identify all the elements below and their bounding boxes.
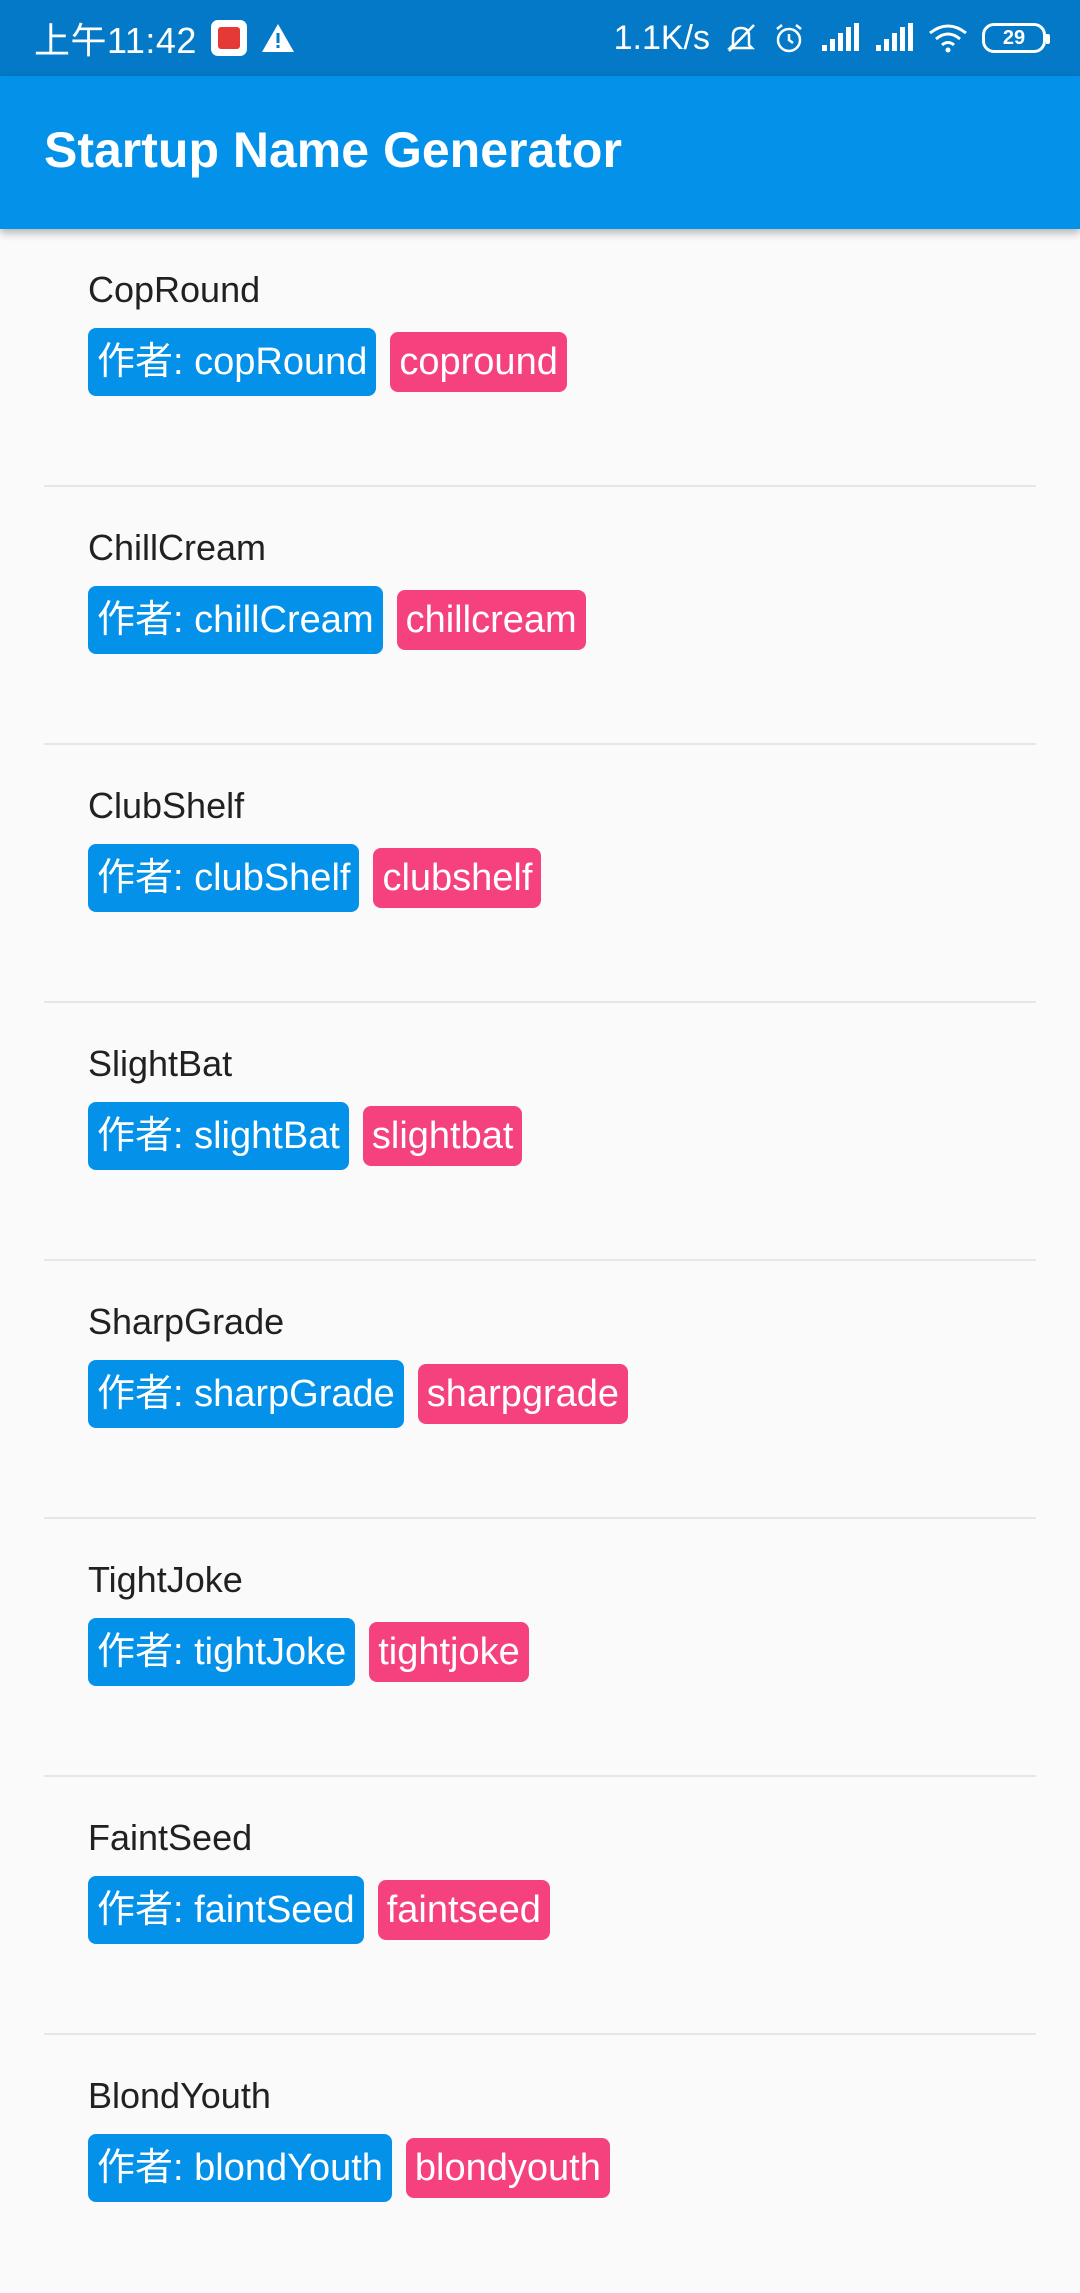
tag-row: 作者: faintSeed faintseed	[88, 1876, 550, 1944]
author-tag: 作者: slightBat	[88, 1102, 349, 1170]
list-item[interactable]: CopRound 作者: copRound copround	[0, 229, 1080, 487]
signal-icon	[820, 23, 860, 53]
author-tag: 作者: copRound	[88, 328, 377, 396]
alarm-icon	[772, 21, 806, 55]
lowercase-tag: tightjoke	[369, 1622, 529, 1682]
tag-row: 作者: chillCream chillcream	[88, 586, 586, 654]
startup-name: SharpGrade	[88, 1301, 285, 1342]
list-item[interactable]: TightJoke 作者: tightJoke tightjoke	[0, 1519, 1080, 1777]
warning-icon	[261, 22, 295, 54]
author-tag: 作者: chillCream	[88, 586, 383, 654]
status-time: 上午11:42	[34, 20, 197, 61]
startup-name: FaintSeed	[88, 1817, 253, 1858]
startup-name: TightJoke	[88, 1559, 243, 1600]
status-bar: 上午11:42 1.1K/s 29	[0, 0, 1080, 76]
list-item[interactable]: ClubShelf 作者: clubShelf clubshelf	[0, 745, 1080, 1003]
mute-icon	[724, 21, 758, 55]
battery-icon: 29	[982, 23, 1050, 53]
status-bar-right: 1.1K/s 29	[613, 18, 1050, 58]
author-tag: 作者: blondYouth	[88, 2134, 392, 2202]
startup-name: ClubShelf	[88, 785, 245, 826]
lowercase-tag: blondyouth	[405, 2138, 610, 2198]
startup-name: SlightBat	[88, 1043, 233, 1084]
author-tag: 作者: clubShelf	[88, 844, 360, 912]
lowercase-tag: clubshelf	[373, 848, 542, 908]
tag-row: 作者: clubShelf clubshelf	[88, 844, 542, 912]
lowercase-tag: chillcream	[396, 590, 586, 650]
startup-name: ChillCream	[88, 527, 267, 568]
signal-icon	[874, 23, 914, 53]
list-item[interactable]: BlondYouth 作者: blondYouth blondyouth	[0, 2035, 1080, 2293]
tag-row: 作者: blondYouth blondyouth	[88, 2134, 610, 2202]
author-tag: 作者: faintSeed	[88, 1876, 364, 1944]
network-speed: 1.1K/s	[613, 18, 710, 57]
list-item[interactable]: SlightBat 作者: slightBat slightbat	[0, 1003, 1080, 1261]
lowercase-tag: faintseed	[377, 1880, 550, 1940]
lowercase-tag: copround	[390, 332, 567, 392]
author-tag: 作者: sharpGrade	[88, 1360, 404, 1428]
author-tag: 作者: tightJoke	[88, 1618, 356, 1686]
page-title: Startup Name Generator	[44, 121, 622, 178]
tag-row: 作者: tightJoke tightjoke	[88, 1618, 529, 1686]
tag-row: 作者: copRound copround	[88, 328, 567, 396]
list-item[interactable]: FaintSeed 作者: faintSeed faintseed	[0, 1777, 1080, 2035]
wifi-icon	[928, 23, 968, 53]
status-bar-left: 上午11:42	[34, 12, 295, 64]
app-notification-icon	[210, 20, 247, 56]
lowercase-tag: sharpgrade	[417, 1364, 629, 1424]
list-item[interactable]: ChillCream 作者: chillCream chillcream	[0, 487, 1080, 745]
tag-row: 作者: sharpGrade sharpgrade	[88, 1360, 629, 1428]
startup-name-list[interactable]: CopRound 作者: copRound copround ChillCrea…	[0, 229, 1080, 2293]
tag-row: 作者: slightBat slightbat	[88, 1102, 523, 1170]
startup-name: BlondYouth	[88, 2075, 271, 2116]
app-bar: Startup Name Generator	[0, 76, 1080, 229]
lowercase-tag: slightbat	[362, 1106, 523, 1166]
startup-name: CopRound	[88, 269, 261, 310]
list-item[interactable]: SharpGrade 作者: sharpGrade sharpgrade	[0, 1261, 1080, 1519]
